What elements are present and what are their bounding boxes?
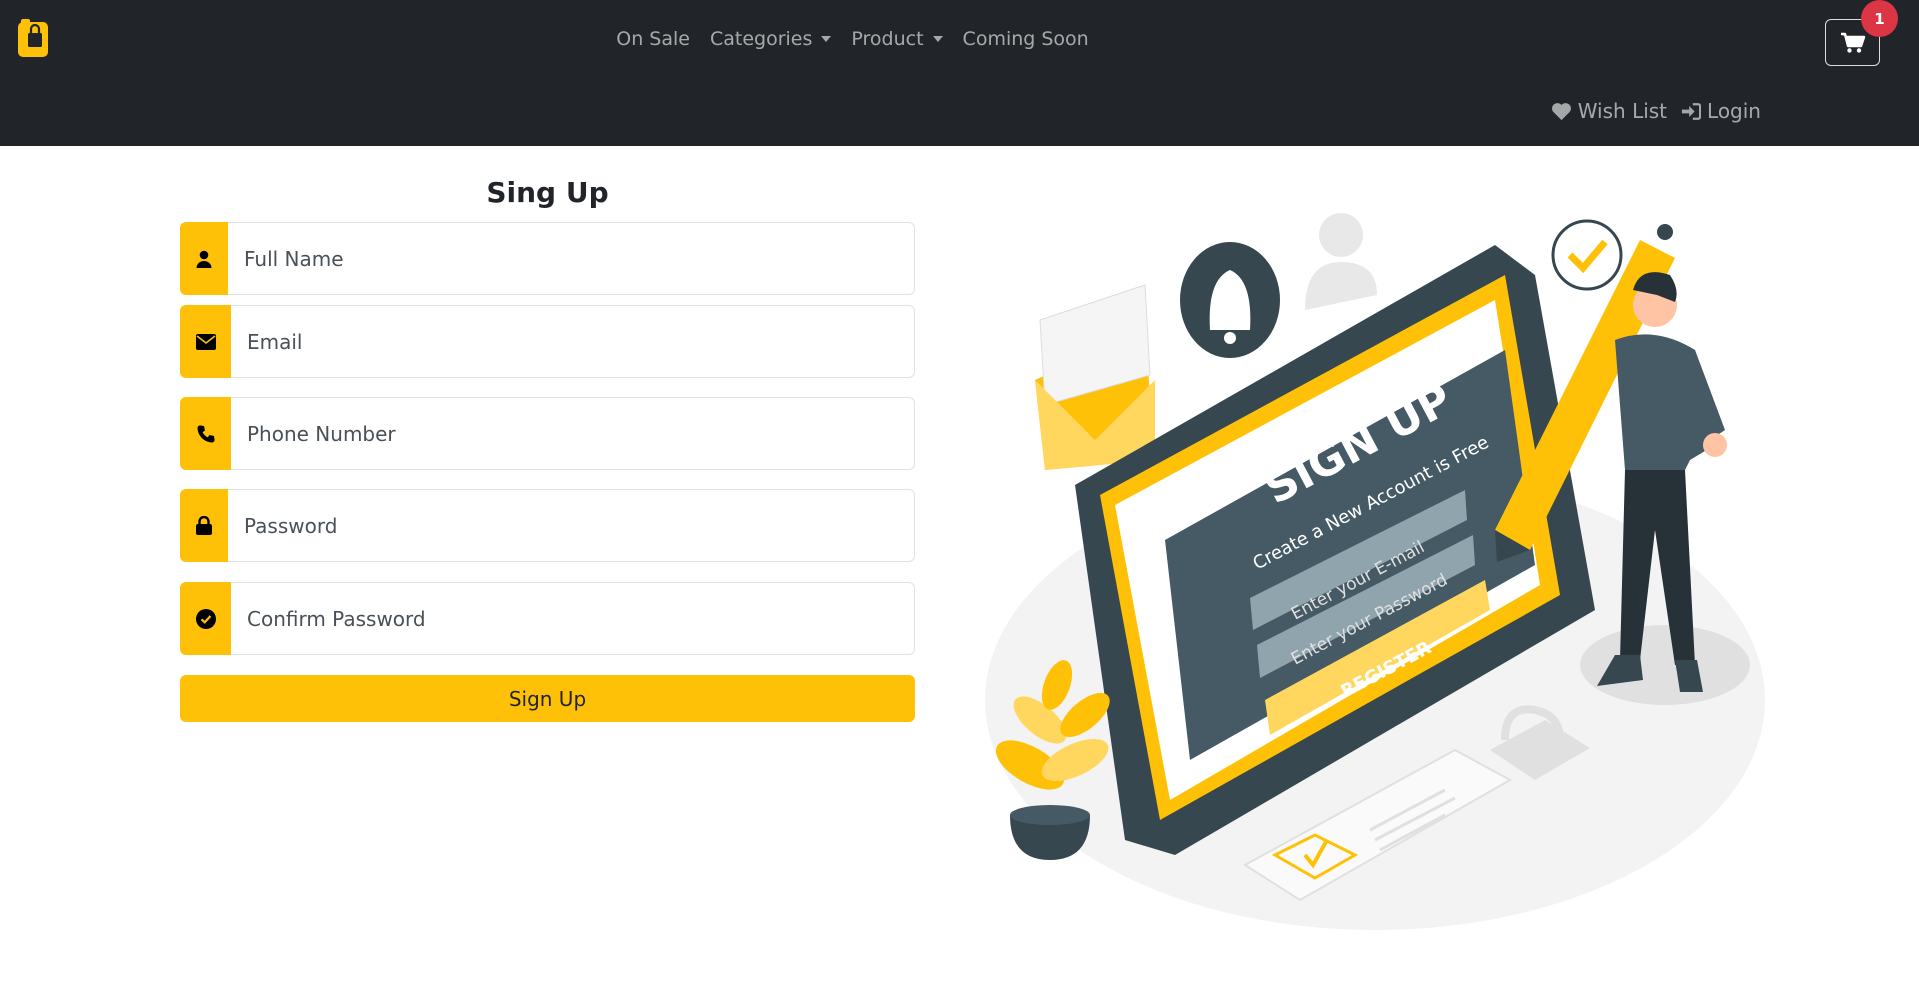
user-nav: Wish List Login xyxy=(1551,96,1761,126)
nav-link-categories[interactable]: Categories xyxy=(709,24,832,54)
phone-input[interactable] xyxy=(231,397,915,470)
main-nav: On Sale Categories Product Coming Soon xyxy=(0,24,1919,54)
confirm-password-group xyxy=(180,582,915,655)
envelope-icon xyxy=(180,305,231,378)
sign-up-illustration: SIGN UP Create a New Account is Free Ent… xyxy=(985,213,1765,930)
user-outline-icon xyxy=(1305,213,1377,310)
full-name-input[interactable] xyxy=(228,222,915,295)
heart-icon xyxy=(1551,102,1571,120)
email-group xyxy=(180,305,915,378)
navbar: On Sale Categories Product Coming Soon 1… xyxy=(0,0,1919,146)
check-circle-icon xyxy=(180,582,231,655)
cart-count-badge: 1 xyxy=(1861,0,1898,37)
sign-in-icon xyxy=(1681,102,1702,120)
phone-icon xyxy=(180,397,231,470)
wish-list-link[interactable]: Wish List xyxy=(1551,96,1667,126)
login-label: Login xyxy=(1707,99,1761,123)
caret-down-icon xyxy=(821,36,832,42)
email-input[interactable] xyxy=(231,305,915,378)
nav-link-product[interactable]: Product xyxy=(851,24,943,54)
user-icon xyxy=(180,222,228,295)
nav-link-coming-soon[interactable]: Coming Soon xyxy=(963,24,1089,54)
cart-icon xyxy=(1840,32,1865,53)
phone-group xyxy=(180,397,915,470)
nav-link-product-label: Product xyxy=(851,28,924,50)
lock-icon xyxy=(180,489,228,562)
bell-icon xyxy=(1180,242,1280,358)
password-input[interactable] xyxy=(228,489,915,562)
page-title: Sing Up xyxy=(486,176,609,209)
password-group xyxy=(180,489,915,562)
nav-link-on-sale[interactable]: On Sale xyxy=(616,24,690,54)
caret-down-icon xyxy=(932,36,943,42)
envelope-illustration xyxy=(1035,284,1155,470)
login-link[interactable]: Login xyxy=(1681,96,1761,126)
wish-list-label: Wish List xyxy=(1577,99,1668,123)
confirm-password-input[interactable] xyxy=(231,582,915,655)
check-bubble-icon xyxy=(1551,219,1623,291)
sign-up-button[interactable]: Sign Up xyxy=(180,675,915,722)
nav-link-categories-label: Categories xyxy=(709,28,813,50)
full-name-group xyxy=(180,222,915,295)
